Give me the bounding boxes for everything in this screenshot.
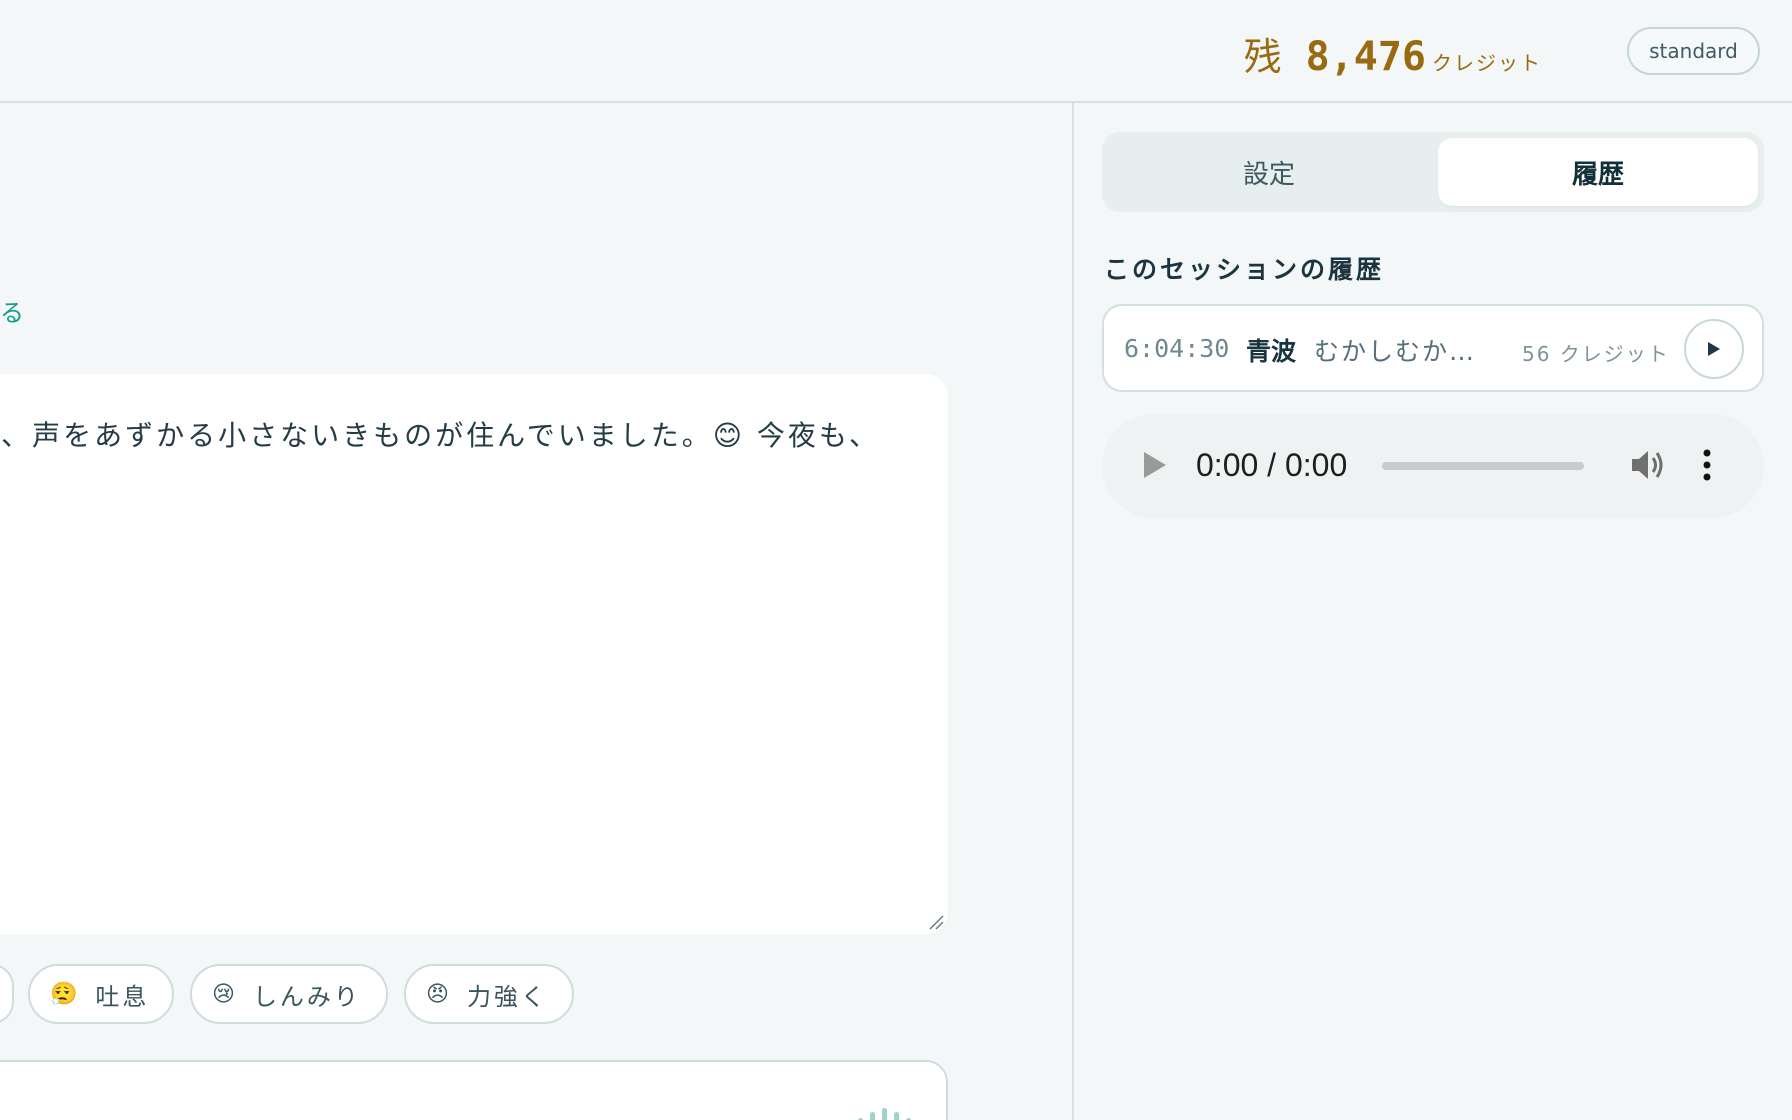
- section-title: このセッションの履歴: [1104, 255, 1385, 284]
- chip-label: 力強く: [466, 982, 548, 1011]
- emotion-chip-partial[interactable]: [0, 964, 14, 1024]
- credit-balance: 残 8,476 クレジット: [1244, 26, 1542, 81]
- audio-progress-slider[interactable]: [1382, 462, 1584, 470]
- audio-time: 0:00 / 0:00: [1196, 447, 1348, 483]
- more-options-icon[interactable]: [1702, 448, 1712, 482]
- script-textarea[interactable]: に、声をあずかる小さないきものが住んでいました。😊 今夜も、: [0, 374, 948, 934]
- credit-prefix: 残: [1243, 35, 1282, 79]
- generate-box[interactable]: [0, 1060, 948, 1120]
- waveform-icon: [858, 1108, 911, 1120]
- history-item[interactable]: 6:04:30 青波 むかしむかし… 56 クレジット: [1102, 304, 1764, 392]
- plan-badge[interactable]: standard: [1627, 27, 1760, 75]
- emotion-chip-sigh[interactable]: 😮‍💨 吐息: [28, 964, 174, 1024]
- emotion-chip-strong[interactable]: 😠 力強く: [404, 964, 574, 1024]
- app-root: 残 8,476 クレジット standard る に、声をあずかる小さないきもの…: [0, 0, 1792, 1120]
- volume-icon[interactable]: [1630, 448, 1666, 482]
- history-play-button[interactable]: [1684, 319, 1744, 379]
- history-credits: 56 クレジット: [1522, 342, 1670, 366]
- play-icon: [1708, 342, 1720, 356]
- link-fragment[interactable]: る: [0, 293, 24, 328]
- credit-unit: クレジット: [1432, 51, 1542, 75]
- top-bar: 残 8,476 クレジット standard: [0, 0, 1792, 103]
- play-icon[interactable]: [1142, 450, 1168, 480]
- crying-emoji-icon: 😢: [212, 981, 235, 1007]
- audio-player: 0:00 / 0:00: [1102, 414, 1764, 518]
- tab-history[interactable]: 履歴: [1438, 138, 1758, 206]
- sigh-emoji-icon: 😮‍💨: [50, 981, 78, 1007]
- chip-label: 吐息: [95, 982, 150, 1011]
- tab-settings[interactable]: 設定: [1108, 138, 1430, 206]
- angry-emoji-icon: 😠: [426, 981, 449, 1007]
- panel-divider: [1072, 103, 1074, 1120]
- script-text: に、声をあずかる小さないきものが住んでいました。😊 今夜も、: [0, 419, 880, 452]
- history-time: 6:04:30: [1124, 334, 1230, 363]
- resize-handle-icon[interactable]: [928, 914, 944, 930]
- emotion-chip-sad[interactable]: 😢 しんみり: [190, 964, 388, 1024]
- panel-tabs: 設定 履歴: [1102, 132, 1764, 212]
- chip-label: しんみり: [252, 982, 361, 1011]
- credit-amount: 8,476: [1305, 34, 1426, 80]
- history-voice: 青波: [1246, 337, 1297, 366]
- history-text: むかしむかし…: [1314, 337, 1496, 366]
